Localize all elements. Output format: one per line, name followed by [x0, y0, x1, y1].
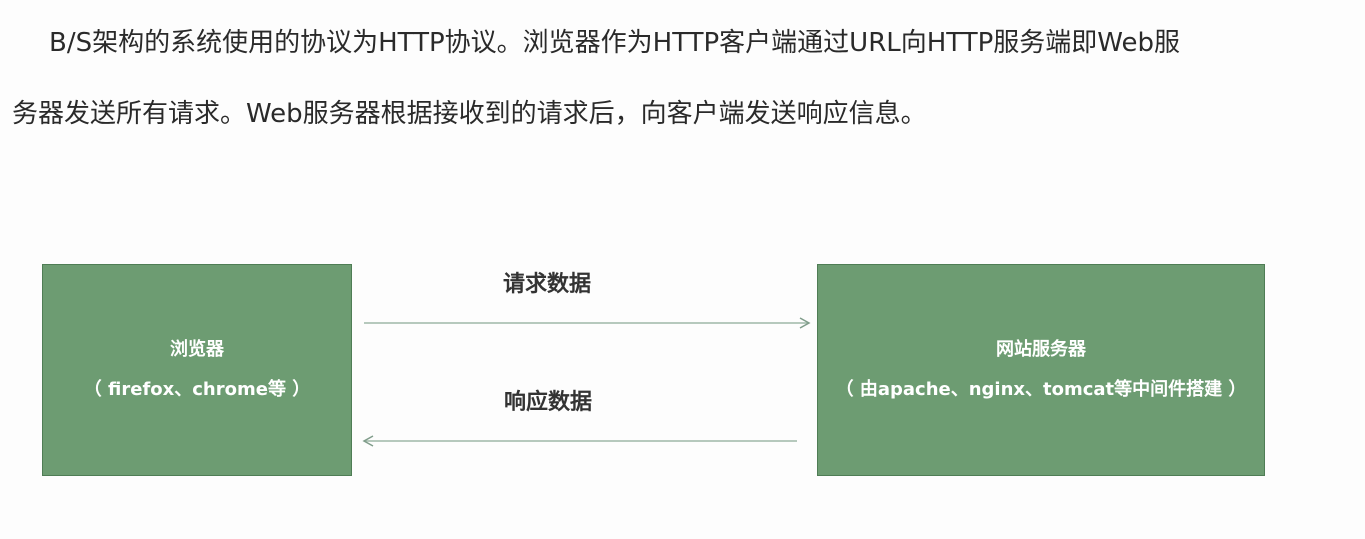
browser-box-title: 浏览器 [170, 339, 224, 360]
response-data-label: 响应数据 [504, 390, 593, 415]
paragraph-line-2: 务器发送所有请求。Web服务器根据接收到的请求后，向客户端发送响应信息。 [12, 99, 927, 129]
request-data-label: 请求数据 [503, 272, 592, 297]
request-arrow [364, 317, 811, 329]
paragraph-line-1: B/S架构的系统使用的协议为HTTP协议。浏览器作为HTTP客户端通过URL向H… [49, 28, 1180, 58]
browser-box: 浏览器 （ firefox、chrome等 ） [42, 264, 352, 476]
response-arrow [362, 435, 797, 447]
web-server-box: 网站服务器 （ 由apache、nginx、tomcat等中间件搭建 ） [817, 264, 1265, 476]
browser-box-subtitle: （ firefox、chrome等 ） [83, 379, 311, 400]
web-server-box-title: 网站服务器 [996, 339, 1086, 360]
web-server-box-subtitle: （ 由apache、nginx、tomcat等中间件搭建 ） [835, 379, 1247, 400]
slide: B/S架构的系统使用的协议为HTTP协议。浏览器作为HTTP客户端通过URL向H… [0, 0, 1365, 539]
